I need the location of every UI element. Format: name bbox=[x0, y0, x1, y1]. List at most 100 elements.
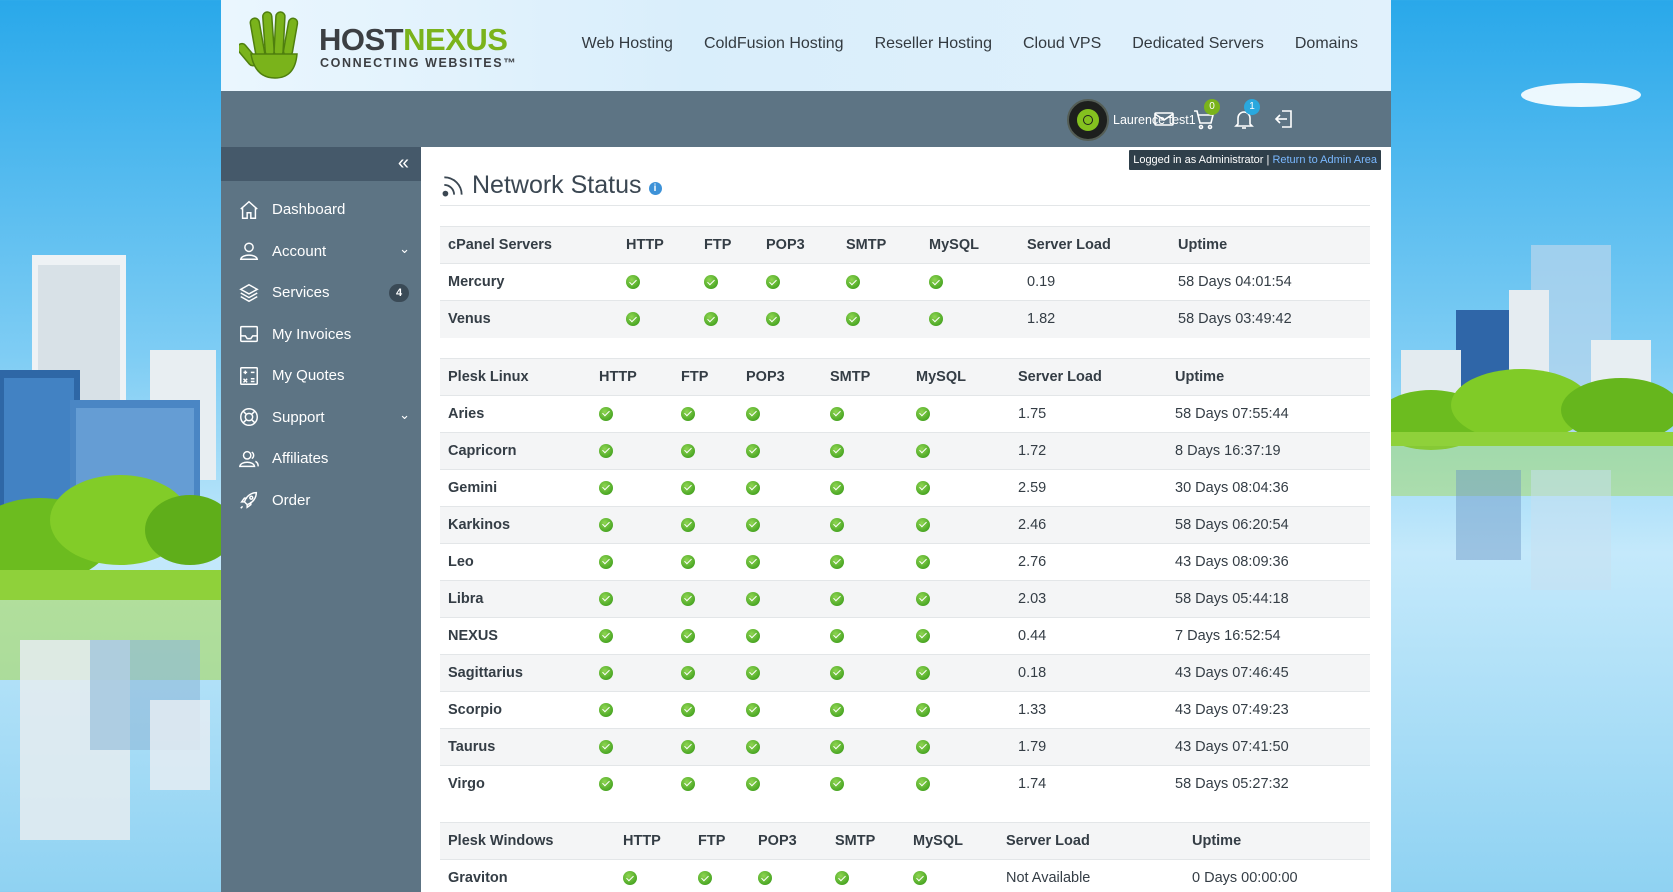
nav-reseller-hosting[interactable]: Reseller Hosting bbox=[875, 35, 992, 53]
status-ok-icon bbox=[913, 871, 927, 886]
status-ok-icon bbox=[916, 665, 930, 680]
main-navigation: Web Hosting ColdFusion Hosting Reseller … bbox=[551, 35, 1358, 53]
server-load: 1.79 bbox=[1010, 727, 1167, 765]
server-name: Aries bbox=[440, 394, 591, 432]
table-row: Mercury 0.19 58 Days 04:01:54 bbox=[440, 263, 1370, 301]
home-icon bbox=[240, 200, 258, 219]
sidebar-item-support[interactable]: Support ⌄ bbox=[221, 397, 421, 439]
status-ok-icon bbox=[704, 312, 718, 327]
status-ok-icon bbox=[746, 554, 760, 569]
server-load: 2.46 bbox=[1010, 505, 1167, 543]
nav-dedicated-servers[interactable]: Dedicated Servers bbox=[1132, 35, 1264, 53]
sidebar-item-dashboard[interactable]: Dashboard bbox=[221, 189, 421, 231]
status-ok-icon bbox=[766, 312, 780, 327]
status-ok-icon bbox=[830, 554, 844, 569]
status-ok-icon bbox=[830, 739, 844, 754]
sidebar-item-affiliates[interactable]: Affiliates bbox=[221, 438, 421, 480]
status-ok-icon bbox=[830, 480, 844, 495]
table-row: NEXUS 0.44 7 Days 16:52:54 bbox=[440, 616, 1370, 654]
column-header: MySQL bbox=[905, 822, 998, 860]
sidebar-item-my-quotes[interactable]: My Quotes bbox=[221, 355, 421, 397]
status-ok-icon bbox=[681, 591, 695, 606]
user-menu[interactable]: Laurence test1 bbox=[1067, 99, 1196, 141]
sidebar-item-account[interactable]: Account ⌄ bbox=[221, 231, 421, 273]
status-ok-icon bbox=[916, 406, 930, 421]
column-header: Plesk Windows bbox=[440, 822, 615, 860]
chevron-down-icon: ⌄ bbox=[399, 406, 410, 422]
server-name: Karkinos bbox=[440, 505, 591, 543]
status-ok-icon bbox=[746, 665, 760, 680]
calculator-icon bbox=[240, 366, 258, 385]
nav-coldfusion-hosting[interactable]: ColdFusion Hosting bbox=[704, 35, 844, 53]
table-row: Graviton Not Available 0 Days 00:00:00 bbox=[440, 859, 1370, 892]
status-ok-icon bbox=[916, 554, 930, 569]
server-name: Virgo bbox=[440, 764, 591, 802]
column-header: MySQL bbox=[908, 357, 1010, 396]
return-to-admin-link[interactable]: Return to Admin Area bbox=[1272, 154, 1377, 166]
table-row: Scorpio 1.33 43 Days 07:49:23 bbox=[440, 690, 1370, 728]
status-ok-icon bbox=[599, 406, 613, 421]
brand-logo[interactable]: HOSTNEXUS CONNECTING WEBSITES™ bbox=[239, 6, 539, 82]
nav-domains[interactable]: Domains bbox=[1295, 35, 1358, 53]
server-uptime: 58 Days 05:44:18 bbox=[1167, 579, 1370, 617]
status-ok-icon bbox=[846, 312, 860, 327]
server-load: 2.03 bbox=[1010, 579, 1167, 617]
plesk-linux-rows: Aries 1.75 58 Days 07:55:44 Capricorn 1.72 8… bbox=[440, 394, 1370, 802]
cart-icon[interactable]: 0 bbox=[1192, 99, 1220, 131]
status-ok-icon bbox=[746, 776, 760, 791]
status-ok-icon bbox=[916, 628, 930, 643]
server-uptime: 30 Days 08:04:36 bbox=[1167, 468, 1370, 506]
page-title: Network Status bbox=[472, 171, 642, 199]
bell-icon[interactable]: 1 bbox=[1232, 99, 1260, 131]
status-ok-icon bbox=[830, 591, 844, 606]
plesk-linux-table: Plesk Linux HTTP FTP POP3 SMTP MySQL Ser… bbox=[440, 357, 1370, 802]
sidebar-item-label: Account bbox=[272, 242, 327, 260]
table-row: Leo 2.76 43 Days 08:09:36 bbox=[440, 542, 1370, 580]
server-name: Scorpio bbox=[440, 690, 591, 728]
status-ok-icon bbox=[681, 554, 695, 569]
status-ok-icon bbox=[681, 702, 695, 717]
mail-icon[interactable] bbox=[1152, 107, 1176, 131]
nav-web-hosting[interactable]: Web Hosting bbox=[582, 35, 673, 53]
status-ok-icon bbox=[698, 871, 712, 886]
logout-icon[interactable] bbox=[1272, 107, 1296, 131]
server-uptime: 43 Days 08:09:36 bbox=[1167, 542, 1370, 580]
collapse-sidebar-icon[interactable]: « bbox=[398, 152, 409, 175]
server-name: Gemini bbox=[440, 468, 591, 506]
server-name: Libra bbox=[440, 579, 591, 617]
server-name: Venus bbox=[440, 300, 618, 338]
status-ok-icon bbox=[681, 517, 695, 532]
sidebar-item-my-invoices[interactable]: My Invoices bbox=[221, 314, 421, 356]
status-ok-icon bbox=[929, 312, 943, 327]
status-ok-icon bbox=[599, 776, 613, 791]
table-row: Taurus 1.79 43 Days 07:41:50 bbox=[440, 727, 1370, 765]
nav-cloud-vps[interactable]: Cloud VPS bbox=[1023, 35, 1101, 53]
hand-logo-icon bbox=[239, 11, 299, 79]
server-name: Capricorn bbox=[440, 431, 591, 469]
sidebar-collapse-bar: « bbox=[221, 147, 421, 181]
status-ok-icon bbox=[599, 443, 613, 458]
sidebar-item-services[interactable]: Services 4 bbox=[221, 272, 421, 314]
column-header: HTTP bbox=[615, 822, 690, 860]
plesk-windows-table: Plesk Windows HTTP FTP POP3 SMTP MySQL S… bbox=[440, 822, 1370, 892]
server-name: Taurus bbox=[440, 727, 591, 765]
sidebar-item-label: My Invoices bbox=[272, 325, 352, 343]
status-ok-icon bbox=[599, 591, 613, 606]
table-row: Venus 1.82 58 Days 03:49:42 bbox=[440, 300, 1370, 338]
column-header: Server Load bbox=[1019, 226, 1170, 264]
table-row: Capricorn 1.72 8 Days 16:37:19 bbox=[440, 431, 1370, 469]
status-ok-icon bbox=[746, 739, 760, 754]
server-name: Graviton bbox=[440, 859, 615, 892]
status-ok-icon bbox=[746, 443, 760, 458]
status-ok-icon bbox=[916, 517, 930, 532]
status-ok-icon bbox=[681, 628, 695, 643]
server-uptime: 43 Days 07:49:23 bbox=[1167, 690, 1370, 728]
info-icon[interactable]: i bbox=[648, 182, 662, 195]
sidebar-item-label: Order bbox=[272, 491, 311, 509]
sidebar-item-order[interactable]: Order bbox=[221, 480, 421, 522]
lifebuoy-icon bbox=[240, 408, 258, 427]
admin-note-separator: | bbox=[1266, 154, 1270, 166]
server-uptime: 7 Days 16:52:54 bbox=[1167, 616, 1370, 654]
server-uptime: 58 Days 06:20:54 bbox=[1167, 505, 1370, 543]
